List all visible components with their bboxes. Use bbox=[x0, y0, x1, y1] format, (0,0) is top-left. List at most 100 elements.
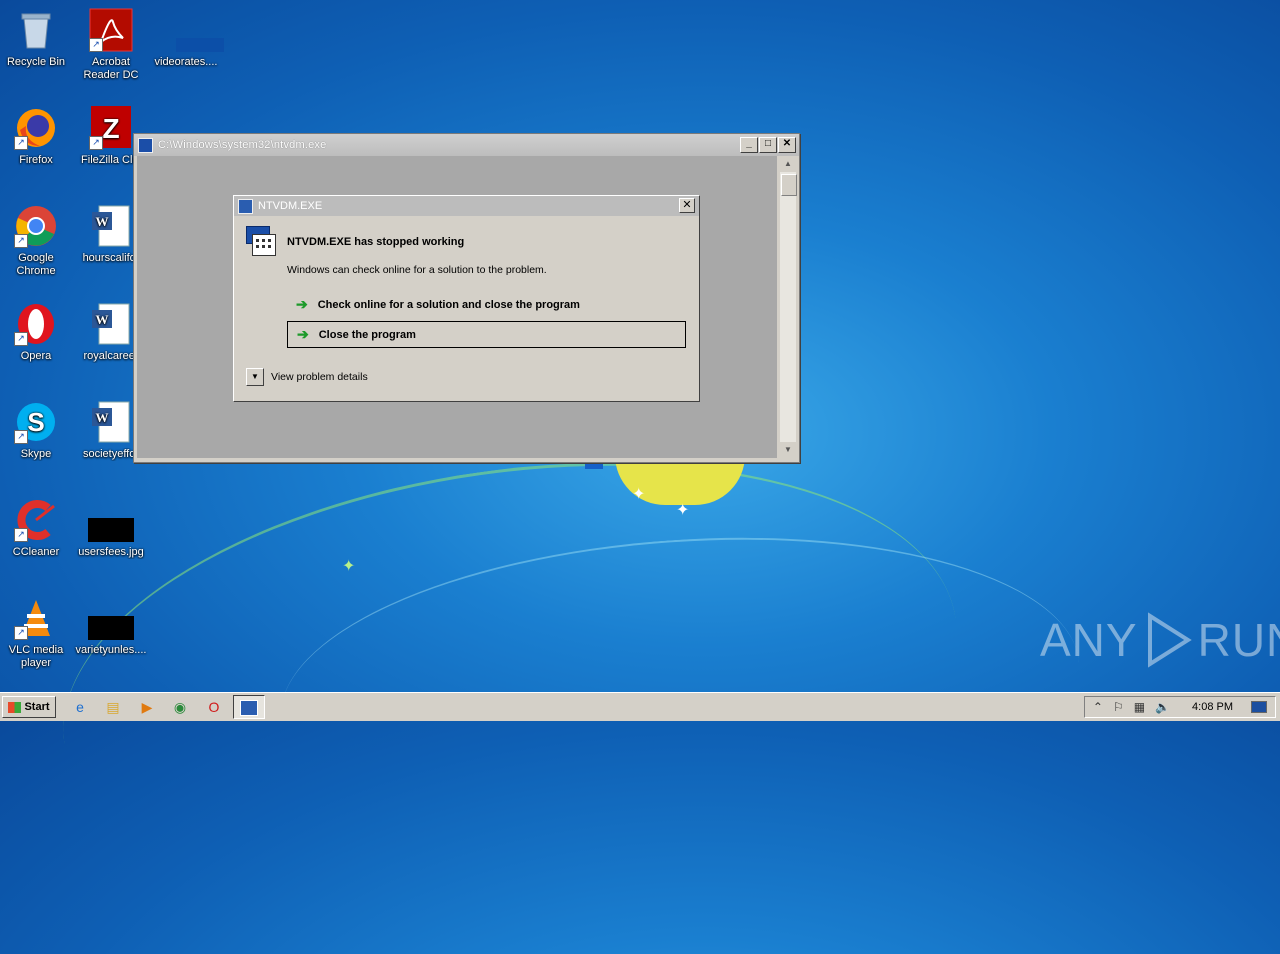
chevron-up-icon[interactable]: ⌃ bbox=[1093, 700, 1103, 714]
check-online-option[interactable]: ➔ Check online for a solution and close … bbox=[287, 291, 686, 318]
desktop-icon-recycle-bin[interactable]: Recycle Bin bbox=[0, 8, 74, 69]
shortcut-arrow-icon: ↗ bbox=[14, 332, 28, 346]
play-logo-icon bbox=[1147, 612, 1192, 668]
wallpaper-sparkle: ✦ bbox=[676, 502, 690, 519]
dialog-heading: NTVDM.EXE has stopped working bbox=[287, 236, 465, 248]
desktop-icon-label: Firefox bbox=[19, 154, 53, 166]
windows-logo-icon bbox=[8, 701, 22, 713]
desktop-icon-label: CCleaner bbox=[12, 546, 60, 558]
desktop-icon-label: Opera bbox=[20, 350, 52, 362]
desktop-icon-label: usersfees.jpg bbox=[78, 546, 144, 558]
green-arrow-icon: ➔ bbox=[296, 296, 308, 312]
file-thumbnail-icon bbox=[164, 8, 224, 52]
show-desktop-icon[interactable] bbox=[1251, 701, 1267, 713]
anyrun-watermark: ANY RUN bbox=[1040, 612, 1280, 668]
desktop-icon-vlc[interactable]: ↗ VLC media player bbox=[0, 596, 74, 670]
scroll-down-icon[interactable]: ▼ bbox=[780, 442, 796, 458]
dialog-description: Windows can check online for a solution … bbox=[287, 264, 547, 276]
ntvdm-window-title: C:\Windows\system32\ntvdm.exe bbox=[158, 139, 327, 151]
word-document-icon: W bbox=[89, 302, 133, 346]
filezilla-icon: Z ↗ bbox=[89, 106, 133, 150]
dialog-app-icon bbox=[238, 198, 253, 214]
vlc-icon: ↗ bbox=[14, 596, 58, 640]
desktop-icon-ccleaner[interactable]: ↗ CCleaner bbox=[0, 498, 74, 559]
svg-text:W: W bbox=[96, 410, 109, 425]
ccleaner-icon: ↗ bbox=[14, 498, 58, 542]
desktop-icon-label: Skype bbox=[20, 448, 52, 460]
dialog-title-bar[interactable]: NTVDM.EXE ✕ bbox=[234, 196, 699, 216]
taskbar: Start e ▤ ▶ ◉ O ⌃ ⚐ ▦ 🔈 4:08 PM bbox=[0, 692, 1280, 721]
check-online-label: Check online for a solution and close th… bbox=[317, 298, 580, 311]
watermark-right: RUN bbox=[1197, 614, 1280, 666]
desktop-icon-label: Recycle Bin bbox=[6, 56, 66, 68]
close-program-label: Close the program bbox=[318, 328, 416, 341]
desktop-icon-google-chrome[interactable]: ↗ Google Chrome bbox=[0, 204, 74, 278]
opera-icon[interactable]: O bbox=[204, 697, 224, 717]
vertical-scrollbar[interactable]: ▲ ▼ bbox=[780, 156, 797, 458]
dialog-close-button[interactable]: ✕ bbox=[679, 198, 695, 213]
shortcut-arrow-icon: ↗ bbox=[89, 38, 103, 52]
close-button[interactable]: ✕ bbox=[778, 137, 796, 153]
desktop-icon-label: Google Chrome bbox=[16, 252, 56, 277]
shortcut-arrow-icon: ↗ bbox=[14, 136, 28, 150]
watermark-left: ANY bbox=[1040, 614, 1138, 666]
wallpaper-sparkle: ✦ bbox=[342, 558, 356, 575]
minimize-button[interactable]: _ bbox=[740, 137, 758, 153]
ntvdm-taskbar-button[interactable] bbox=[233, 695, 265, 719]
shortcut-arrow-icon: ↗ bbox=[14, 234, 28, 248]
window-controls: _ □ ✕ bbox=[740, 137, 796, 153]
desktop-icon-label: Acrobat Reader DC bbox=[83, 56, 139, 81]
desktop-icon-videorates[interactable]: videorates.... bbox=[148, 8, 224, 69]
media-player-icon[interactable]: ▶ bbox=[137, 697, 157, 717]
image-thumbnail-icon bbox=[88, 498, 134, 542]
desktop-icon-skype[interactable]: S ↗ Skype bbox=[0, 400, 74, 461]
action-center-flag-icon[interactable]: ⚐ bbox=[1113, 700, 1124, 714]
chevron-down-icon[interactable]: ▼ bbox=[246, 368, 264, 386]
acrobat-reader-icon: ↗ bbox=[89, 8, 133, 52]
clock[interactable]: 4:08 PM bbox=[1192, 701, 1233, 713]
green-arrow-icon: ➔ bbox=[297, 326, 309, 342]
view-details-toggle[interactable]: ▼ View problem details bbox=[246, 368, 368, 386]
wallpaper-sparkle: ✦ bbox=[632, 486, 646, 503]
svg-text:W: W bbox=[96, 214, 109, 229]
console-app-icon bbox=[138, 137, 153, 153]
close-program-option[interactable]: ➔ Close the program bbox=[287, 321, 686, 348]
file-explorer-icon[interactable]: ▤ bbox=[103, 697, 123, 717]
opera-icon: ↗ bbox=[14, 302, 58, 346]
scroll-up-icon[interactable]: ▲ bbox=[780, 156, 796, 172]
recycle-bin-icon bbox=[14, 8, 58, 52]
desktop-icon-label: videorates.... bbox=[154, 56, 218, 68]
chrome-icon: ↗ bbox=[14, 204, 58, 248]
start-label: Start bbox=[24, 701, 50, 713]
word-document-icon: W bbox=[89, 204, 133, 248]
shortcut-arrow-icon: ↗ bbox=[14, 430, 28, 444]
desktop-icon-acrobat-reader[interactable]: ↗ Acrobat Reader DC bbox=[73, 8, 149, 82]
internet-explorer-icon[interactable]: e bbox=[70, 697, 90, 717]
image-thumbnail-icon bbox=[88, 596, 134, 640]
desktop-icon-firefox[interactable]: ↗ Firefox bbox=[0, 106, 74, 167]
desktop-icon-varietyunles[interactable]: varietyunles.... bbox=[73, 596, 149, 657]
shortcut-arrow-icon: ↗ bbox=[14, 626, 28, 640]
desktop-icon-usersfees[interactable]: usersfees.jpg bbox=[73, 498, 149, 559]
dialog-title: NTVDM.EXE bbox=[258, 200, 323, 212]
network-icon[interactable]: ▦ bbox=[1134, 700, 1145, 714]
scroll-thumb[interactable] bbox=[781, 174, 797, 196]
firefox-icon: ↗ bbox=[14, 106, 58, 150]
start-button[interactable]: Start bbox=[2, 696, 56, 718]
maximize-button[interactable]: □ bbox=[759, 137, 777, 153]
svg-text:S: S bbox=[27, 407, 44, 437]
system-tray: ⌃ ⚐ ▦ 🔈 4:08 PM bbox=[1083, 696, 1276, 718]
console-program-icon bbox=[246, 226, 276, 256]
chrome-icon[interactable]: ◉ bbox=[170, 697, 190, 717]
desktop-icon-label: VLC media player bbox=[8, 644, 64, 669]
ntvdm-icon bbox=[240, 700, 258, 716]
shortcut-arrow-icon: ↗ bbox=[14, 528, 28, 542]
shortcut-arrow-icon: ↗ bbox=[89, 136, 103, 150]
desktop-icon-opera[interactable]: ↗ Opera bbox=[0, 302, 74, 363]
volume-icon[interactable]: 🔈 bbox=[1155, 700, 1170, 714]
word-document-icon: W bbox=[89, 400, 133, 444]
ntvdm-title-bar[interactable]: C:\Windows\system32\ntvdm.exe _ □ ✕ bbox=[134, 134, 799, 156]
desktop-icon-label: varietyunles.... bbox=[75, 644, 147, 656]
svg-text:W: W bbox=[96, 312, 109, 327]
view-details-label: View problem details bbox=[271, 371, 368, 383]
